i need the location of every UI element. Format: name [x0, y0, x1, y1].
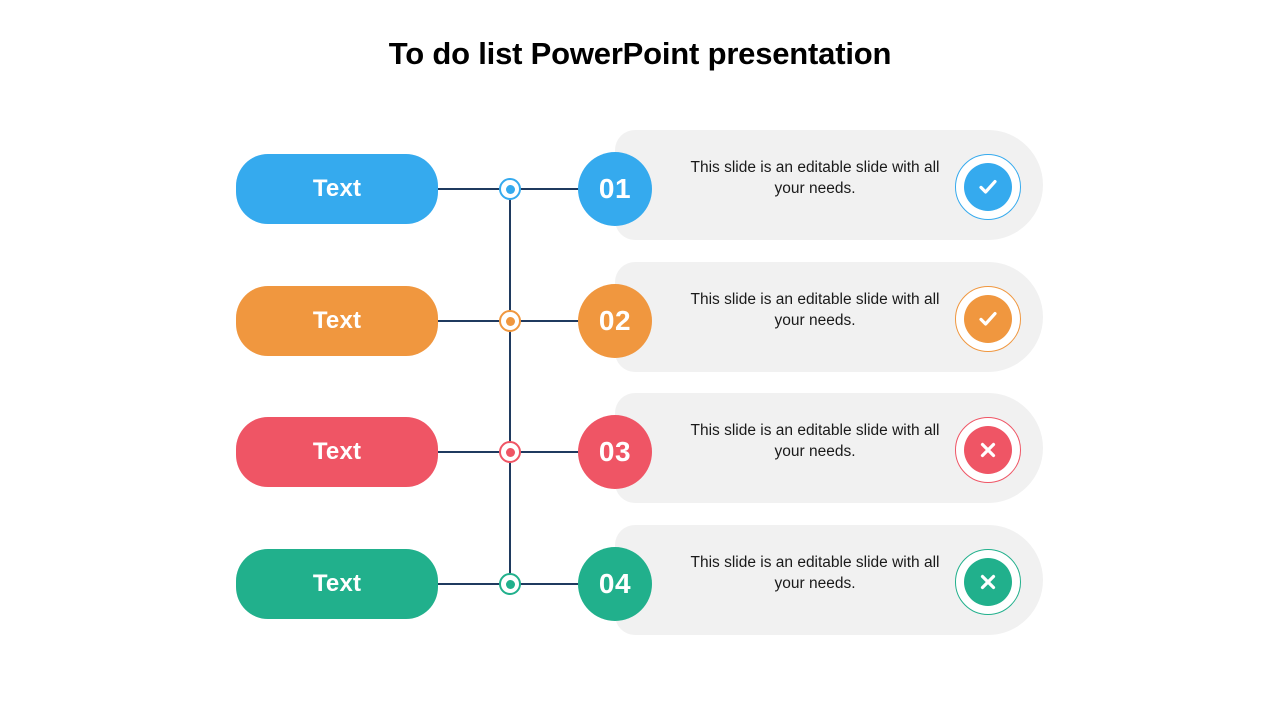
- timeline-node-dot: [505, 316, 515, 326]
- step-number-badge[interactable]: 01: [578, 152, 652, 226]
- step-number-badge[interactable]: 02: [578, 284, 652, 358]
- row-description: This slide is an editable slide with all…: [690, 554, 940, 592]
- text-pill-02[interactable]: Text: [236, 286, 438, 356]
- row-description: This slide is an editable slide with all…: [690, 291, 940, 329]
- status-icon-fill: [964, 426, 1012, 474]
- x-circle-icon[interactable]: [955, 417, 1021, 483]
- row-description: This slide is an editable slide with all…: [690, 422, 940, 460]
- status-icon-fill: [964, 163, 1012, 211]
- timeline-node-dot: [505, 579, 515, 589]
- text-pill-04[interactable]: Text: [236, 549, 438, 619]
- todo-row: Text 02 This slide is an editable slide wi…: [0, 262, 1280, 382]
- text-pill-label: Text: [312, 438, 362, 465]
- text-pill-label: Text: [312, 175, 362, 202]
- todo-row: Text 04 This slide is an editable slide wi…: [0, 525, 1280, 645]
- step-number-badge[interactable]: 04: [578, 547, 652, 621]
- timeline-node-dot: [505, 447, 515, 457]
- timeline-node-03[interactable]: [499, 441, 521, 463]
- x-circle-icon[interactable]: [955, 549, 1021, 615]
- row-description: This slide is an editable slide with all…: [690, 159, 940, 197]
- step-number-label: 01: [598, 173, 632, 204]
- text-pill-label: Text: [312, 307, 362, 334]
- page-title: To do list PowerPoint presentation: [388, 36, 892, 71]
- timeline-node-01[interactable]: [499, 178, 521, 200]
- timeline-node-dot: [505, 184, 515, 194]
- step-number-label: 03: [598, 436, 632, 467]
- step-number-label: 02: [598, 305, 632, 336]
- timeline-node-04[interactable]: [499, 573, 521, 595]
- timeline-node-02[interactable]: [499, 310, 521, 332]
- text-pill-01[interactable]: Text: [236, 154, 438, 224]
- check-circle-icon[interactable]: [955, 154, 1021, 220]
- todo-row: Text 03 This slide is an editable slide wi…: [0, 393, 1280, 513]
- todo-row: Text 01 This slide is an editable slide wi…: [0, 130, 1280, 250]
- text-pill-label: Text: [312, 570, 362, 597]
- status-icon-fill: [964, 558, 1012, 606]
- step-number-badge[interactable]: 03: [578, 415, 652, 489]
- text-pill-03[interactable]: Text: [236, 417, 438, 487]
- step-number-label: 04: [598, 568, 632, 599]
- status-icon-fill: [964, 295, 1012, 343]
- slide-canvas: To do list PowerPoint presentation Text 0…: [0, 0, 1280, 720]
- check-circle-icon[interactable]: [955, 286, 1021, 352]
